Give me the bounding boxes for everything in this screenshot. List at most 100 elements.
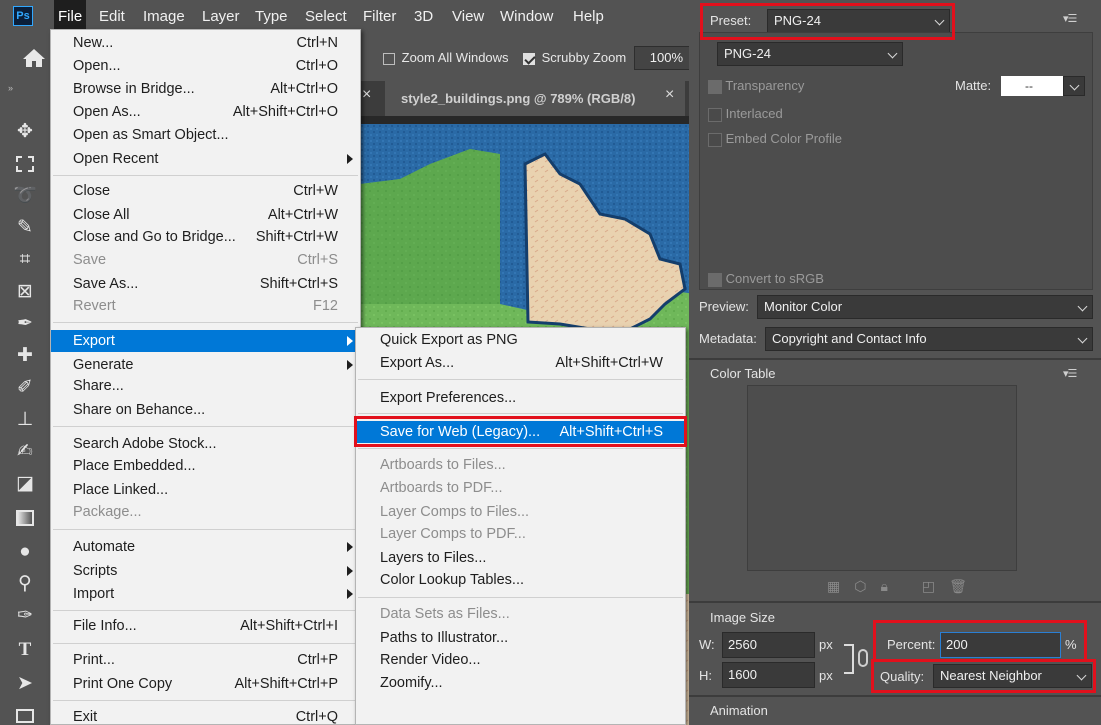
menu-filter[interactable]: Filter	[359, 0, 400, 33]
menu-item-share-on-behance[interactable]: Share on Behance...	[51, 399, 360, 421]
menu-item-export-as[interactable]: Export As... Alt+Shift+Ctrl+W	[356, 352, 685, 374]
menu-item-open[interactable]: Open... Ctrl+O	[51, 55, 360, 77]
close-tab-icon[interactable]: ×	[362, 86, 371, 104]
menu-item-new[interactable]: New... Ctrl+N	[51, 32, 360, 54]
move-tool-icon[interactable]: ✥	[12, 119, 38, 145]
height-field[interactable]: 1600	[722, 662, 815, 688]
crop-tool-icon[interactable]: ⌗	[12, 247, 38, 273]
menu-item-quick-export-as-png[interactable]: Quick Export as PNG	[356, 329, 685, 351]
link-constrain-icon[interactable]	[858, 649, 868, 667]
menu-item-exit[interactable]: Exit Ctrl+Q	[51, 706, 360, 725]
menu-item-open-as[interactable]: Open As... Alt+Shift+Ctrl+O	[51, 101, 360, 123]
transparency-checkbox[interactable]	[708, 79, 722, 94]
embed-color-profile-option[interactable]: Embed Color Profile	[708, 131, 842, 147]
metadata-dropdown[interactable]: Copyright and Contact Info	[765, 327, 1093, 351]
new-color-icon[interactable]: ◰	[922, 578, 949, 594]
blur-tool-icon[interactable]: ●	[12, 539, 38, 565]
home-icon[interactable]	[20, 47, 48, 69]
clone-stamp-tool-icon[interactable]: ⊥	[12, 407, 38, 433]
eraser-tool-icon[interactable]: ◪	[12, 471, 38, 497]
menu-item-generate[interactable]: Generate	[51, 354, 360, 376]
quality-dropdown[interactable]: Nearest Neighbor	[933, 664, 1092, 688]
menu-item-print-one-copy[interactable]: Print One Copy Alt+Shift+Ctrl+P	[51, 673, 360, 695]
chevron-down-icon	[1077, 333, 1088, 344]
eyedropper-tool-icon[interactable]: ✒	[12, 311, 38, 337]
menu-item-layer-comps-to-files: Layer Comps to Files...	[380, 504, 530, 520]
menu-item-layers-to-files[interactable]: Layers to Files...	[356, 547, 685, 569]
menu-item-export-preferences[interactable]: Export Preferences...	[356, 387, 685, 409]
menu-item-paths-to-illustrator[interactable]: Paths to Illustrator...	[356, 627, 685, 649]
lock-color-icon[interactable]: 🔒︎	[880, 578, 901, 594]
menu-3d[interactable]: 3D	[410, 0, 437, 33]
menu-item-close[interactable]: Close Ctrl+W	[51, 180, 360, 202]
menu-separator	[53, 322, 358, 323]
menu-item-open-as-smart-object[interactable]: Open as Smart Object...	[51, 124, 360, 146]
pen-tool-icon[interactable]: ✑	[12, 603, 38, 629]
interlaced-checkbox[interactable]	[708, 107, 722, 122]
menu-item-color-lookup-tables[interactable]: Color Lookup Tables...	[356, 569, 685, 591]
frame-tool-icon[interactable]: ⊠	[12, 279, 38, 305]
path-selection-tool-icon[interactable]: ➤	[12, 671, 38, 697]
menu-item-export[interactable]: Export	[51, 330, 360, 352]
menu-help[interactable]: Help	[569, 0, 608, 33]
menu-item-close-and-go-to-bridge[interactable]: Close and Go to Bridge... Shift+Ctrl+W	[51, 226, 360, 248]
chevron-down-icon	[1077, 301, 1088, 312]
marquee-tool-icon[interactable]	[12, 151, 38, 177]
type-tool-icon[interactable]: T	[12, 637, 38, 663]
delete-color-icon[interactable]: 🗑︎	[949, 578, 981, 594]
map-transparency-icon[interactable]: ▦	[827, 578, 854, 594]
close-tab-icon[interactable]: ×	[665, 86, 674, 104]
scrubby-zoom-checkbox[interactable]	[523, 52, 535, 65]
menu-item-print[interactable]: Print... Ctrl+P	[51, 649, 360, 671]
preset-dropdown[interactable]: PNG-24	[767, 9, 950, 33]
document-tab[interactable]: style2_buildings.png @ 789% (RGB/8)	[385, 81, 685, 116]
section-divider	[689, 358, 1101, 360]
submenu-arrow-icon	[347, 360, 353, 370]
zoom-value-field[interactable]: 100%	[634, 46, 690, 70]
color-table-swatches[interactable]	[747, 385, 1017, 571]
convert-to-srgb-option[interactable]: Convert to sRGB	[708, 271, 824, 287]
menu-item-open-recent[interactable]: Open Recent	[51, 148, 360, 170]
menu-item-import[interactable]: Import	[51, 583, 360, 605]
menu-item-share[interactable]: Share...	[51, 375, 360, 397]
zoom-all-windows-option[interactable]: Zoom All Windows	[383, 50, 509, 65]
convert-to-srgb-checkbox[interactable]	[708, 272, 722, 287]
web-snap-icon[interactable]: ⬡	[854, 578, 880, 594]
rectangle-tool-icon[interactable]	[12, 703, 38, 725]
history-brush-tool-icon[interactable]: ✍	[12, 439, 38, 465]
lasso-tool-icon[interactable]: ➰	[12, 183, 38, 209]
panel-collapse-icon[interactable]: »	[8, 83, 13, 93]
brush-tool-icon[interactable]: ✐	[12, 375, 38, 401]
scrubby-zoom-option[interactable]: Scrubby Zoom	[523, 50, 626, 65]
menu-item-automate[interactable]: Automate	[51, 536, 360, 558]
panel-menu-icon[interactable]: ▾☰	[1063, 12, 1077, 25]
menu-view[interactable]: View	[448, 0, 488, 33]
menu-window[interactable]: Window	[496, 0, 557, 33]
preview-dropdown[interactable]: Monitor Color	[757, 295, 1093, 319]
menu-item-close-all[interactable]: Close All Alt+Ctrl+W	[51, 204, 360, 226]
menu-item-save-as[interactable]: Save As... Shift+Ctrl+S	[51, 273, 360, 295]
menu-item-render-video[interactable]: Render Video...	[356, 649, 685, 671]
menu-item-file-info[interactable]: File Info... Alt+Shift+Ctrl+I	[51, 615, 360, 637]
interlaced-option[interactable]: Interlaced	[708, 106, 783, 122]
menu-item-place-linked[interactable]: Place Linked...	[51, 479, 360, 501]
metadata-label: Metadata:	[699, 331, 757, 346]
zoom-all-windows-checkbox[interactable]	[383, 52, 395, 65]
quick-selection-tool-icon[interactable]: ✎	[12, 215, 38, 241]
color-table-menu-icon[interactable]: ▾☰	[1063, 367, 1077, 380]
format-dropdown[interactable]: PNG-24	[717, 42, 903, 66]
menu-item-save-for-web-legacy[interactable]: Save for Web (Legacy)... Alt+Shift+Ctrl+S	[356, 421, 685, 443]
menu-item-zoomify[interactable]: Zoomify...	[356, 672, 685, 694]
menu-item-browse-in-bridge[interactable]: Browse in Bridge... Alt+Ctrl+O	[51, 78, 360, 100]
matte-dropdown-button[interactable]	[1063, 76, 1085, 96]
dodge-tool-icon[interactable]: ⚲	[12, 571, 38, 597]
menu-item-place-embedded[interactable]: Place Embedded...	[51, 455, 360, 477]
transparency-option[interactable]: Transparency	[708, 78, 804, 94]
healing-brush-tool-icon[interactable]: ✚	[12, 343, 38, 369]
width-field[interactable]: 2560	[722, 632, 815, 658]
percent-field[interactable]: 200	[940, 632, 1061, 658]
embed-color-profile-checkbox[interactable]	[708, 132, 722, 147]
menu-item-scripts[interactable]: Scripts	[51, 560, 360, 582]
menu-item-search-adobe-stock[interactable]: Search Adobe Stock...	[51, 433, 360, 455]
gradient-tool-icon[interactable]	[12, 505, 38, 531]
